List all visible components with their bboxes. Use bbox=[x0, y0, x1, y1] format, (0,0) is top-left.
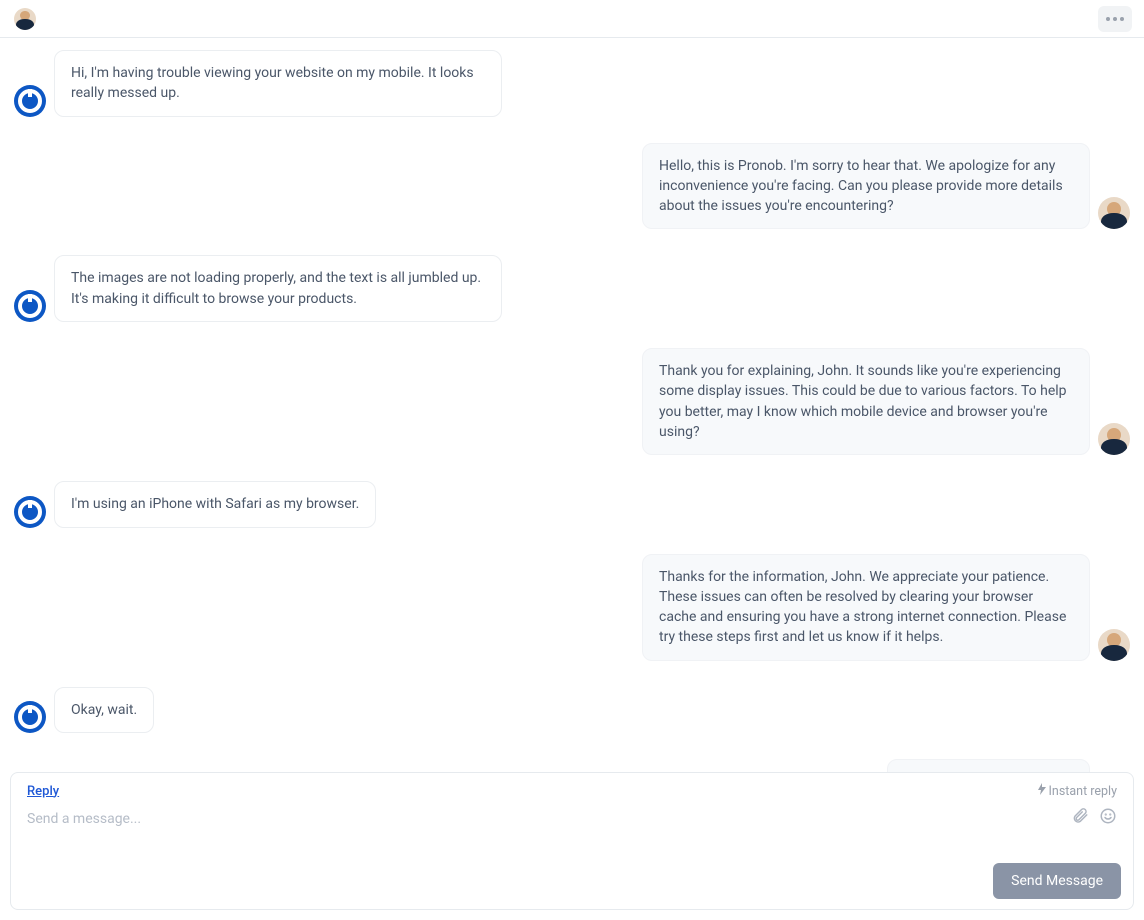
header-agent-avatar bbox=[14, 8, 36, 30]
more-button[interactable] bbox=[1098, 6, 1132, 32]
message-row: Hi, I'm having trouble viewing your webs… bbox=[14, 50, 1130, 117]
message-row: Okay, wait. bbox=[14, 687, 1130, 733]
more-horizontal-icon bbox=[1106, 17, 1110, 21]
user-avatar-icon bbox=[14, 496, 46, 528]
bolt-icon bbox=[1037, 783, 1047, 799]
message-row: Yes, I'm right here with you! bbox=[14, 759, 1130, 772]
message-input[interactable] bbox=[27, 811, 1037, 851]
user-avatar-icon bbox=[14, 290, 46, 322]
message-bubble: Thanks for the information, John. We app… bbox=[642, 554, 1090, 661]
message-row: Thank you for explaining, John. It sound… bbox=[14, 348, 1130, 455]
user-avatar-icon bbox=[14, 85, 46, 117]
attachment-icon[interactable] bbox=[1071, 807, 1089, 829]
message-bubble: I'm using an iPhone with Safari as my br… bbox=[54, 481, 376, 527]
message-bubble: Thank you for explaining, John. It sound… bbox=[642, 348, 1090, 455]
instant-reply-label: Instant reply bbox=[1049, 784, 1117, 799]
message-bubble: Hi, I'm having trouble viewing your webs… bbox=[54, 50, 502, 117]
instant-reply-button[interactable]: Instant reply bbox=[1037, 783, 1117, 799]
chat-message-list: Hi, I'm having trouble viewing your webs… bbox=[0, 38, 1144, 772]
message-bubble: Hello, this is Pronob. I'm sorry to hear… bbox=[642, 143, 1090, 230]
compose-panel: Reply Instant reply Send Message bbox=[10, 772, 1134, 910]
message-row: Hello, this is Pronob. I'm sorry to hear… bbox=[14, 143, 1130, 230]
send-message-button[interactable]: Send Message bbox=[993, 863, 1121, 899]
agent-avatar-icon bbox=[1098, 423, 1130, 455]
user-avatar-icon bbox=[14, 701, 46, 733]
emoji-icon[interactable] bbox=[1099, 807, 1117, 829]
message-row: Thanks for the information, John. We app… bbox=[14, 554, 1130, 661]
message-bubble: The images are not loading properly, and… bbox=[54, 255, 502, 322]
message-row: The images are not loading properly, and… bbox=[14, 255, 1130, 322]
message-row: I'm using an iPhone with Safari as my br… bbox=[14, 481, 1130, 527]
reply-tab[interactable]: Reply bbox=[27, 784, 59, 799]
agent-avatar-icon bbox=[1098, 629, 1130, 661]
message-bubble: Yes, I'm right here with you! bbox=[887, 759, 1090, 772]
chat-header bbox=[0, 0, 1144, 38]
message-bubble: Okay, wait. bbox=[54, 687, 154, 733]
agent-avatar-icon bbox=[1098, 197, 1130, 229]
